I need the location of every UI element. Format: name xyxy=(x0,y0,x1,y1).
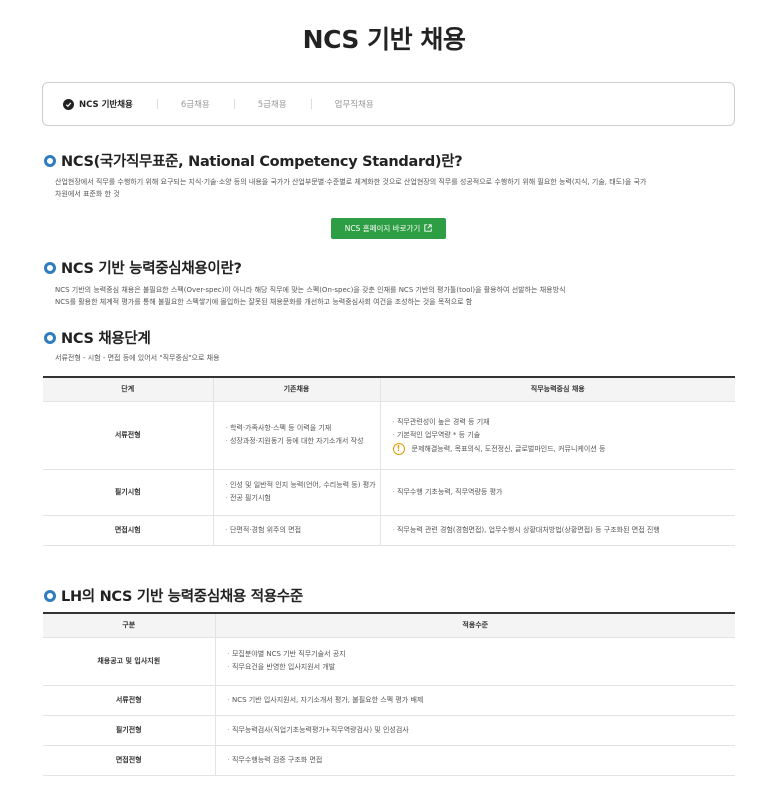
section-desc-ability: NCS 기반의 능력중심 채용은 불필요한 스펙(Over-spec)이 아니라… xyxy=(55,284,740,308)
new-cell: 직무능력 관련 경험(경험면접), 업무수행시 상황대처방법(상황면접) 등 구… xyxy=(379,515,736,546)
list-item: 기본적인 업무역량 * 등 기술 xyxy=(393,429,736,442)
old-cell: 학력·가족사항·스펙 등 이력을 기재 성장과정·지원동기 등에 대한 자기소개… xyxy=(212,401,380,470)
stage-cell: 필기시험 xyxy=(43,469,213,516)
button-label: NCS 홈페이지 바로가기 xyxy=(344,224,421,233)
level-cell: NCS 기반 입사지원서, 자기소개서 평가, 불필요한 스펙 평가 배제 xyxy=(214,685,736,716)
list-item: 전공 필기시험 xyxy=(226,492,380,505)
list-item: 직무능력 관련 경험(경험면접), 업무수행시 상황대처방법(상황면접) 등 구… xyxy=(393,524,736,537)
section-title-text: LH의 NCS 기반 능력중심채용 적용수준 xyxy=(61,589,303,605)
tab-label: 5급채용 xyxy=(257,100,287,110)
desc-line: NCS를 활용한 체계적 평가를 통해 불필요한 스펙쌓기에 몰입하는 잘못된 … xyxy=(55,298,473,306)
list-item: 인성 및 일반적 인지 능력(언어, 수리능력 등) 평가 xyxy=(226,479,380,492)
desc-line: 차원에서 표준화 한 것 xyxy=(55,190,120,198)
table-header: 기존채용 xyxy=(212,376,380,402)
old-cell: 단편적·경험 위주의 면접 xyxy=(212,515,380,546)
section-title-text: NCS 기반 능력중심채용이란? xyxy=(61,261,242,277)
stage-cell: 서류전형 xyxy=(43,401,213,470)
external-link-icon xyxy=(424,223,432,234)
note-text: 문제해결능력, 목표의식, 도전정신, 글로벌마인드, 커뮤니케이션 등 xyxy=(411,444,606,453)
level-cell: 직무능력검사(직업기초능력평가+직무역량검사) 및 인성검사 xyxy=(214,715,736,746)
stage-cell: 면접전형 xyxy=(43,745,215,776)
table-row: 필기전형 직무능력검사(직업기초능력평가+직무역량검사) 및 인성검사 xyxy=(43,715,736,746)
note: ! 문제해결능력, 목표의식, 도전정신, 글로벌마인드, 커뮤니케이션 등 xyxy=(381,442,736,455)
tab-grade5[interactable]: 5급채용 xyxy=(233,98,311,110)
list-item: 직무관련성이 높은 경력 등 기재 xyxy=(393,416,736,429)
table-header: 직무능력중심 채용 xyxy=(379,376,735,402)
bullet-icon xyxy=(44,154,56,167)
table-row: 필기시험 인성 및 일반적 인지 능력(언어, 수리능력 등) 평가 전공 필기… xyxy=(43,469,736,516)
tab-label: NCS 기반채용 xyxy=(79,100,133,110)
table-header: 적용수준 xyxy=(214,612,735,638)
list-item: 단편적·경험 위주의 면접 xyxy=(226,524,380,537)
list-item: NCS 기반 입사지원서, 자기소개서 평가, 불필요한 스펙 평가 배제 xyxy=(228,694,736,707)
table-row: 서류전형 학력·가족사항·스펙 등 이력을 기재 성장과정·지원동기 등에 대한… xyxy=(43,401,736,470)
tab-ncs-recruitment[interactable]: NCS 기반채용 xyxy=(63,98,157,110)
list-item: 직무수행 기초능력, 직무역량등 평가 xyxy=(393,486,736,499)
list-item: 직무수행능력 검증 구조화 면접 xyxy=(228,754,736,767)
table-header: 구분 xyxy=(43,612,215,638)
ncs-homepage-button[interactable]: NCS 홈페이지 바로가기 xyxy=(331,218,446,239)
recruitment-steps-table: 단계 기존채용 직무능력중심 채용 서류전형 학력·가족사항·스펙 등 이력을 … xyxy=(43,376,735,546)
stage-cell: 서류전형 xyxy=(43,685,215,716)
table-row: 서류전형 NCS 기반 입사지원서, 자기소개서 평가, 불필요한 스펙 평가 … xyxy=(43,685,736,716)
exclamation-circle-icon: ! xyxy=(392,442,405,455)
new-cell: 직무수행 기초능력, 직무역량등 평가 xyxy=(379,469,736,516)
check-circle-icon xyxy=(63,98,74,110)
table-row: 채용공고 및 입사지원 모집분야별 NCS 기반 직무기술서 공지 직무요건을 … xyxy=(43,637,736,686)
bullet-icon xyxy=(44,261,56,274)
tab-grade6[interactable]: 6급채용 xyxy=(156,98,234,110)
section-desc-steps: 서류전형 - 시험 - 면접 등에 있어서 "직무중심"으로 채용 xyxy=(55,354,220,362)
list-item: 학력·가족사항·스펙 등 이력을 기재 xyxy=(226,422,380,435)
section-title-text: NCS 채용단계 xyxy=(61,331,151,347)
section-title-ability: NCS 기반 능력중심채용이란? xyxy=(44,257,242,278)
old-cell: 인성 및 일반적 인지 능력(언어, 수리능력 등) 평가 전공 필기시험 xyxy=(212,469,380,516)
list-item: 직무능력검사(직업기초능력평가+직무역량검사) 및 인성검사 xyxy=(228,724,736,737)
table-row: 면접전형 직무수행능력 검증 구조화 면접 xyxy=(43,745,736,776)
lh-application-table: 구분 적용수준 채용공고 및 입사지원 모집분야별 NCS 기반 직무기술서 공… xyxy=(43,612,735,776)
tab-label: 업무직채용 xyxy=(334,100,374,110)
section-title-steps: NCS 채용단계 xyxy=(44,327,151,348)
tab-staff[interactable]: 업무직채용 xyxy=(310,98,398,110)
desc-line: 산업현장에서 직무를 수행하기 위해 요구되는 지식·기술·소양 등의 내용을 … xyxy=(55,178,647,186)
stage-cell: 면접시험 xyxy=(43,515,213,546)
stage-cell: 채용공고 및 입사지원 xyxy=(43,637,215,686)
table-header: 단계 xyxy=(43,376,213,402)
section-title-text: NCS(국가직무표준, National Competency Standard… xyxy=(61,154,463,170)
section-desc-ncs: 산업현장에서 직무를 수행하기 위해 요구되는 지식·기술·소양 등의 내용을 … xyxy=(55,176,740,200)
section-title-ncs: NCS(국가직무표준, National Competency Standard… xyxy=(44,150,463,171)
level-cell: 모집분야별 NCS 기반 직무기술서 공지 직무요건을 반영한 입사지원서 개발 xyxy=(214,637,736,686)
list-item: 직무요건을 반영한 입사지원서 개발 xyxy=(228,661,736,674)
new-cell: 직무관련성이 높은 경력 등 기재 기본적인 업무역량 * 등 기술 ! 문제해… xyxy=(379,401,736,470)
list-item: 모집분야별 NCS 기반 직무기술서 공지 xyxy=(228,648,736,661)
desc-line: NCS 기반의 능력중심 채용은 불필요한 스펙(Over-spec)이 아니라… xyxy=(55,286,566,294)
tab-label: 6급채용 xyxy=(180,100,210,110)
page-title: NCS 기반 채용 xyxy=(302,25,466,54)
bullet-icon xyxy=(44,589,56,602)
tab-bar: NCS 기반채용 6급채용 5급채용 업무직채용 xyxy=(42,82,735,126)
level-cell: 직무수행능력 검증 구조화 면접 xyxy=(214,745,736,776)
section-title-lh: LH의 NCS 기반 능력중심채용 적용수준 xyxy=(44,585,303,606)
bullet-icon xyxy=(44,331,56,344)
stage-cell: 필기전형 xyxy=(43,715,215,746)
list-item: 성장과정·지원동기 등에 대한 자기소개서 작성 xyxy=(226,435,380,448)
table-row: 면접시험 단편적·경험 위주의 면접 직무능력 관련 경험(경험면접), 업무수… xyxy=(43,515,736,546)
